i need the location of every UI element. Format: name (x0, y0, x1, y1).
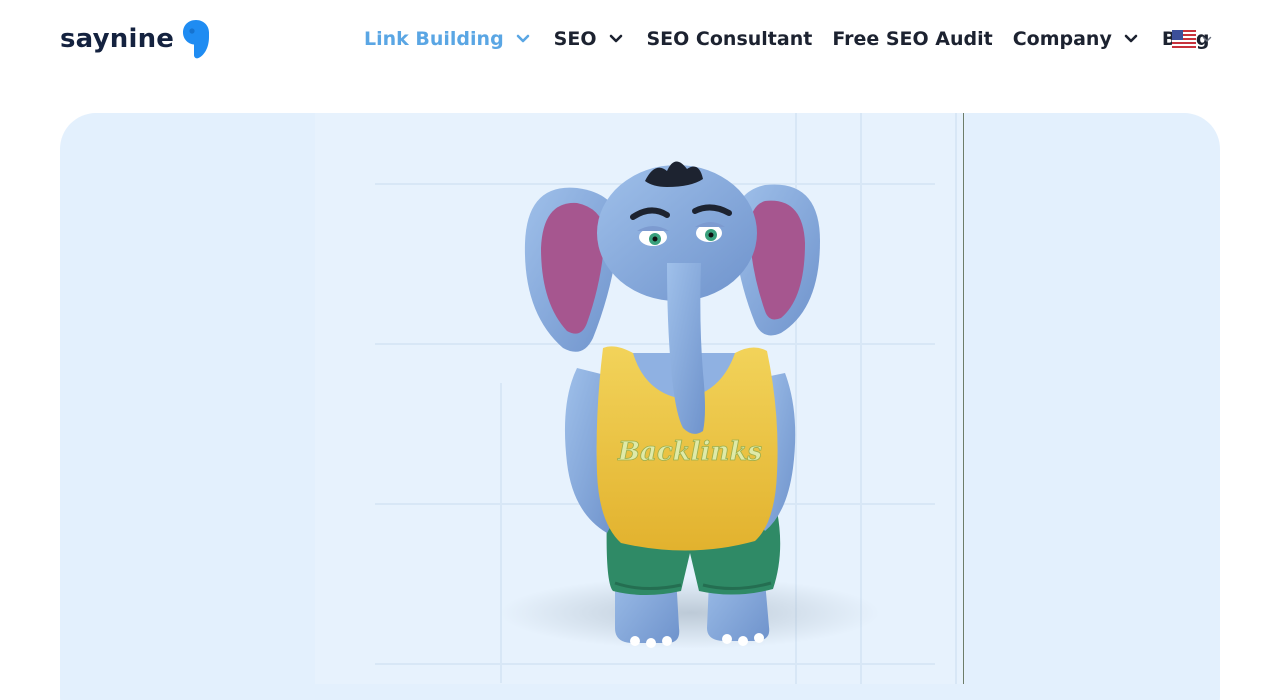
language-selector[interactable] (1172, 30, 1212, 48)
nav-link-building-label: Link Building (364, 28, 504, 50)
logo-link[interactable]: saynine (60, 18, 210, 60)
chevron-down-icon (1202, 36, 1212, 42)
vertical-divider (963, 113, 964, 684)
logo-text: saynine (60, 24, 175, 54)
hero-section: Backlinks (60, 113, 1220, 700)
site-header: saynine Link Building SEO SEO Consultant… (0, 0, 1280, 78)
nav-free-seo-audit-label: Free SEO Audit (832, 28, 993, 50)
nav-seo-consultant-label: SEO Consultant (646, 28, 813, 50)
nav-seo[interactable]: SEO (554, 28, 627, 50)
mascot-video[interactable]: Backlinks (315, 113, 965, 684)
chevron-down-icon (1124, 34, 1138, 43)
us-flag-icon (1172, 30, 1196, 48)
nav-company-label: Company (1012, 28, 1112, 50)
chevron-down-icon (609, 34, 622, 43)
mascot-shirt-text: Backlinks (617, 437, 762, 467)
nav-company[interactable]: Company (1013, 28, 1142, 50)
logo-mark-icon (183, 20, 210, 59)
chevron-down-icon (516, 34, 529, 43)
nav-link-building[interactable]: Link Building (364, 28, 534, 50)
elephant-mascot-illustration: Backlinks (500, 161, 880, 649)
main-nav: Link Building SEO SEO Consultant Free SE… (364, 24, 1210, 54)
nav-seo-consultant[interactable]: SEO Consultant (647, 28, 813, 50)
nav-seo-label: SEO (553, 28, 597, 50)
nav-free-seo-audit[interactable]: Free SEO Audit (832, 28, 992, 50)
